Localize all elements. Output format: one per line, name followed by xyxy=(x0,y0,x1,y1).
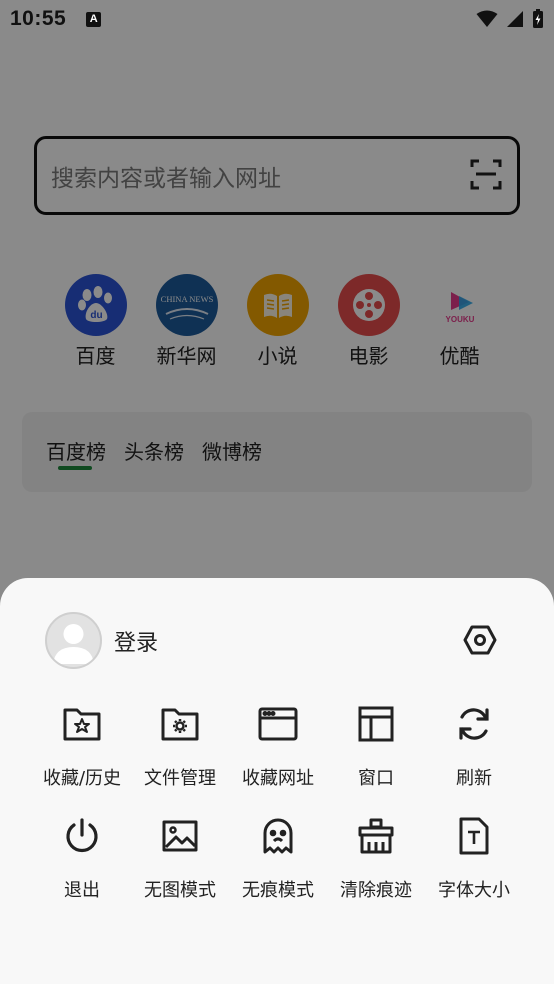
menu-item-label: 收藏网址 xyxy=(242,768,314,789)
login-label[interactable]: 登录 xyxy=(114,625,158,657)
notification-icon: A xyxy=(86,11,102,27)
signal-icon xyxy=(507,11,523,27)
menu-item-bookmarks-history[interactable]: 收藏/历史 xyxy=(33,702,131,790)
menu-item-label: 退出 xyxy=(64,880,100,901)
broom-icon xyxy=(354,814,398,858)
wifi-icon xyxy=(476,10,498,27)
status-bar: 10:55 A xyxy=(0,0,554,38)
menu-item-saved-urls[interactable]: 收藏网址 xyxy=(229,702,327,790)
login-row[interactable]: 登录 xyxy=(45,612,158,669)
menu-item-file-manager[interactable]: 文件管理 xyxy=(131,702,229,790)
menu-item-label: 无痕模式 xyxy=(242,880,314,901)
menu-item-font-size[interactable]: 字体大小 xyxy=(425,814,523,902)
refresh-icon xyxy=(452,702,496,746)
browser-window-icon xyxy=(256,702,300,746)
font-size-icon xyxy=(452,814,496,858)
menu-item-clear-traces[interactable]: 清除痕迹 xyxy=(327,814,425,902)
star-folder-icon xyxy=(60,702,104,746)
menu-item-label: 清除痕迹 xyxy=(340,880,412,901)
menu-item-label: 文件管理 xyxy=(144,768,216,789)
menu-item-label: 刷新 xyxy=(456,768,492,789)
settings-hexagon-icon xyxy=(463,625,497,655)
status-indicators xyxy=(476,9,544,29)
avatar[interactable] xyxy=(45,612,102,669)
menu-item-windows[interactable]: 窗口 xyxy=(327,702,425,790)
menu-item-no-image-mode[interactable]: 无图模式 xyxy=(131,814,229,902)
menu-item-label: 无图模式 xyxy=(144,880,216,901)
image-icon xyxy=(158,814,202,858)
menu-item-label: 字体大小 xyxy=(438,880,510,901)
menu-grid: 收藏/历史 文件管理 收藏网址 窗口 刷新 退出 无图模式 无痕模式 清除痕迹 … xyxy=(33,702,523,902)
battery-charging-icon xyxy=(533,9,543,28)
menu-item-incognito-mode[interactable]: 无痕模式 xyxy=(229,814,327,902)
power-icon xyxy=(60,814,104,858)
menu-item-label: 窗口 xyxy=(358,768,394,789)
settings-button[interactable] xyxy=(462,622,498,658)
layout-window-icon xyxy=(354,702,398,746)
menu-bottom-sheet: 登录 收藏/历史 文件管理 收藏网址 窗口 刷新 退出 无图模式 无痕模式 清除… xyxy=(0,578,554,984)
menu-item-exit[interactable]: 退出 xyxy=(33,814,131,902)
status-time: 10:55 xyxy=(10,7,67,30)
menu-item-refresh[interactable]: 刷新 xyxy=(425,702,523,790)
menu-item-label: 收藏/历史 xyxy=(42,768,122,789)
ghost-icon xyxy=(256,814,300,858)
gear-folder-icon xyxy=(158,702,202,746)
